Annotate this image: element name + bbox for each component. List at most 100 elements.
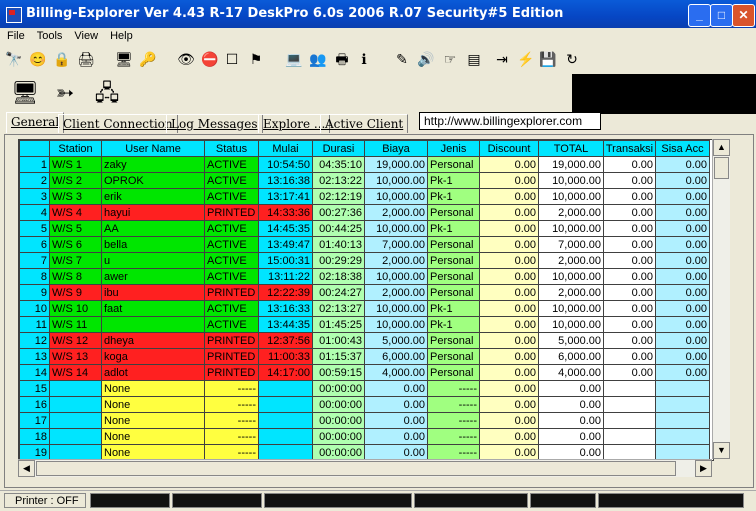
cell-transaksi[interactable]: 0.00 xyxy=(603,156,656,173)
cell-discount[interactable]: 0.00 xyxy=(479,380,539,397)
cell-sisa-acc[interactable] xyxy=(655,428,710,445)
cell-total[interactable]: 10,000.00 xyxy=(538,172,604,189)
cell-durasi[interactable]: 00:27:36 xyxy=(312,204,365,221)
cell-discount[interactable]: 0.00 xyxy=(479,428,539,445)
cell-jenis[interactable]: Personal xyxy=(427,268,480,285)
cell-transaksi[interactable] xyxy=(603,412,656,429)
cell-total[interactable]: 10,000.00 xyxy=(538,268,604,285)
cell-discount[interactable]: 0.00 xyxy=(479,284,539,301)
cell-transaksi[interactable]: 0.00 xyxy=(603,316,656,333)
cell-durasi[interactable]: 02:12:19 xyxy=(312,188,365,205)
minimize-button[interactable]: _ xyxy=(688,4,711,27)
cell-status[interactable]: ACTIVE xyxy=(204,172,259,189)
cell-jenis[interactable]: Personal xyxy=(427,332,480,349)
cell-sisa-acc[interactable] xyxy=(655,412,710,429)
cell-jenis[interactable]: Personal xyxy=(427,236,480,253)
cell-discount[interactable]: 0.00 xyxy=(479,348,539,365)
cell-mulai[interactable] xyxy=(258,428,313,445)
cell-total[interactable]: 10,000.00 xyxy=(538,220,604,237)
cell-row-number[interactable]: 17 xyxy=(19,412,50,429)
cell-jenis[interactable]: ----- xyxy=(427,396,480,413)
cell-row-number[interactable]: 1 xyxy=(19,156,50,173)
cell-biaya[interactable]: 4,000.00 xyxy=(364,364,428,381)
cell-discount[interactable]: 0.00 xyxy=(479,252,539,269)
cell-status[interactable]: ACTIVE xyxy=(204,236,259,253)
cell-username[interactable]: u xyxy=(101,252,205,269)
column-header-durasi[interactable]: Durasi xyxy=(312,140,365,157)
cell-discount[interactable]: 0.00 xyxy=(479,316,539,333)
cell-discount[interactable]: 0.00 xyxy=(479,412,539,429)
computer-icon[interactable]: 💻 xyxy=(284,49,304,69)
cell-station[interactable]: W/S 7 xyxy=(49,252,102,269)
cell-biaya[interactable]: 0.00 xyxy=(364,428,428,445)
cell-status[interactable]: ACTIVE xyxy=(204,268,259,285)
hand-icon[interactable]: ☞ xyxy=(440,49,460,69)
login-icon[interactable]: ⇥ xyxy=(492,49,512,69)
website-link[interactable]: http://www.billingexplorer.com xyxy=(419,112,601,130)
cell-discount[interactable]: 0.00 xyxy=(479,204,539,221)
cell-station[interactable]: W/S 2 xyxy=(49,172,102,189)
cell-transaksi[interactable]: 0.00 xyxy=(603,300,656,317)
vertical-scrollbar[interactable]: ▲ ▼ xyxy=(712,139,730,459)
table-row[interactable]: 3 W/S 3 erik ACTIVE 13:17:41 02:12:19 10,000.0… xyxy=(19,188,710,205)
cell-discount[interactable]: 0.00 xyxy=(479,268,539,285)
cell-jenis[interactable]: Personal xyxy=(427,364,480,381)
cell-username[interactable]: erik xyxy=(101,188,205,205)
cell-row-number[interactable]: 4 xyxy=(19,204,50,221)
cell-transaksi[interactable]: 0.00 xyxy=(603,268,656,285)
cell-sisa-acc[interactable]: 0.00 xyxy=(655,332,710,349)
cell-status[interactable]: ACTIVE xyxy=(204,156,259,173)
cell-status[interactable]: ACTIVE xyxy=(204,316,259,333)
cell-row-number[interactable]: 8 xyxy=(19,268,50,285)
cell-sisa-acc[interactable]: 0.00 xyxy=(655,300,710,317)
cell-transaksi[interactable]: 0.00 xyxy=(603,204,656,221)
cell-mulai[interactable]: 12:37:56 xyxy=(258,332,313,349)
cell-station[interactable] xyxy=(49,380,102,397)
cell-durasi[interactable]: 02:13:27 xyxy=(312,300,365,317)
column-header-total[interactable]: TOTAL xyxy=(538,140,604,157)
cell-mulai[interactable]: 14:45:35 xyxy=(258,220,313,237)
cell-transaksi[interactable]: 0.00 xyxy=(603,364,656,381)
cell-total[interactable]: 10,000.00 xyxy=(538,188,604,205)
cell-durasi[interactable]: 02:13:22 xyxy=(312,172,365,189)
cell-total[interactable]: 10,000.00 xyxy=(538,300,604,317)
tab-active-client[interactable]: Active Client xyxy=(320,114,409,133)
cell-discount[interactable]: 0.00 xyxy=(479,188,539,205)
cell-transaksi[interactable]: 0.00 xyxy=(603,172,656,189)
scroll-thumb[interactable] xyxy=(714,157,729,179)
cell-status[interactable]: ACTIVE xyxy=(204,188,259,205)
cell-row-number[interactable]: 11 xyxy=(19,316,50,333)
cell-discount[interactable]: 0.00 xyxy=(479,236,539,253)
menu-file[interactable]: File xyxy=(0,28,30,42)
lightning-icon[interactable]: ⚡ xyxy=(516,49,536,69)
cell-discount[interactable]: 0.00 xyxy=(479,156,539,173)
cell-username[interactable]: AA xyxy=(101,220,205,237)
scroll-right-arrow-icon[interactable]: ▶ xyxy=(695,460,712,477)
cell-station[interactable]: W/S 9 xyxy=(49,284,102,301)
cell-discount[interactable]: 0.00 xyxy=(479,332,539,349)
cell-jenis[interactable]: Pk-1 xyxy=(427,316,480,333)
cell-mulai[interactable]: 11:00:33 xyxy=(258,348,313,365)
cell-discount[interactable]: 0.00 xyxy=(479,172,539,189)
cell-jenis[interactable]: ----- xyxy=(427,428,480,445)
cell-biaya[interactable]: 0.00 xyxy=(364,412,428,429)
cell-username[interactable]: ibu xyxy=(101,284,205,301)
cell-durasi[interactable]: 01:45:25 xyxy=(312,316,365,333)
cell-username[interactable]: None xyxy=(101,396,205,413)
cell-biaya[interactable]: 6,000.00 xyxy=(364,348,428,365)
cell-username[interactable]: awer xyxy=(101,268,205,285)
connection-icon[interactable]: ➳ xyxy=(50,78,80,108)
scroll-up-arrow-icon[interactable]: ▲ xyxy=(713,139,730,156)
printer-icon[interactable]: 🖨 xyxy=(76,49,96,69)
cell-durasi[interactable]: 02:18:38 xyxy=(312,268,365,285)
pen-icon[interactable]: ✎ xyxy=(392,49,412,69)
cell-total[interactable]: 19,000.00 xyxy=(538,156,604,173)
column-header-station[interactable]: Station xyxy=(49,140,102,157)
speaker-icon[interactable]: 🔊 xyxy=(416,49,436,69)
cell-row-number[interactable]: 2 xyxy=(19,172,50,189)
eye-icon[interactable]: 👁 xyxy=(176,49,196,69)
cell-username[interactable]: None xyxy=(101,412,205,429)
cell-total[interactable]: 2,000.00 xyxy=(538,284,604,301)
cell-sisa-acc[interactable]: 0.00 xyxy=(655,268,710,285)
column-header-discount[interactable]: Discount xyxy=(479,140,539,157)
